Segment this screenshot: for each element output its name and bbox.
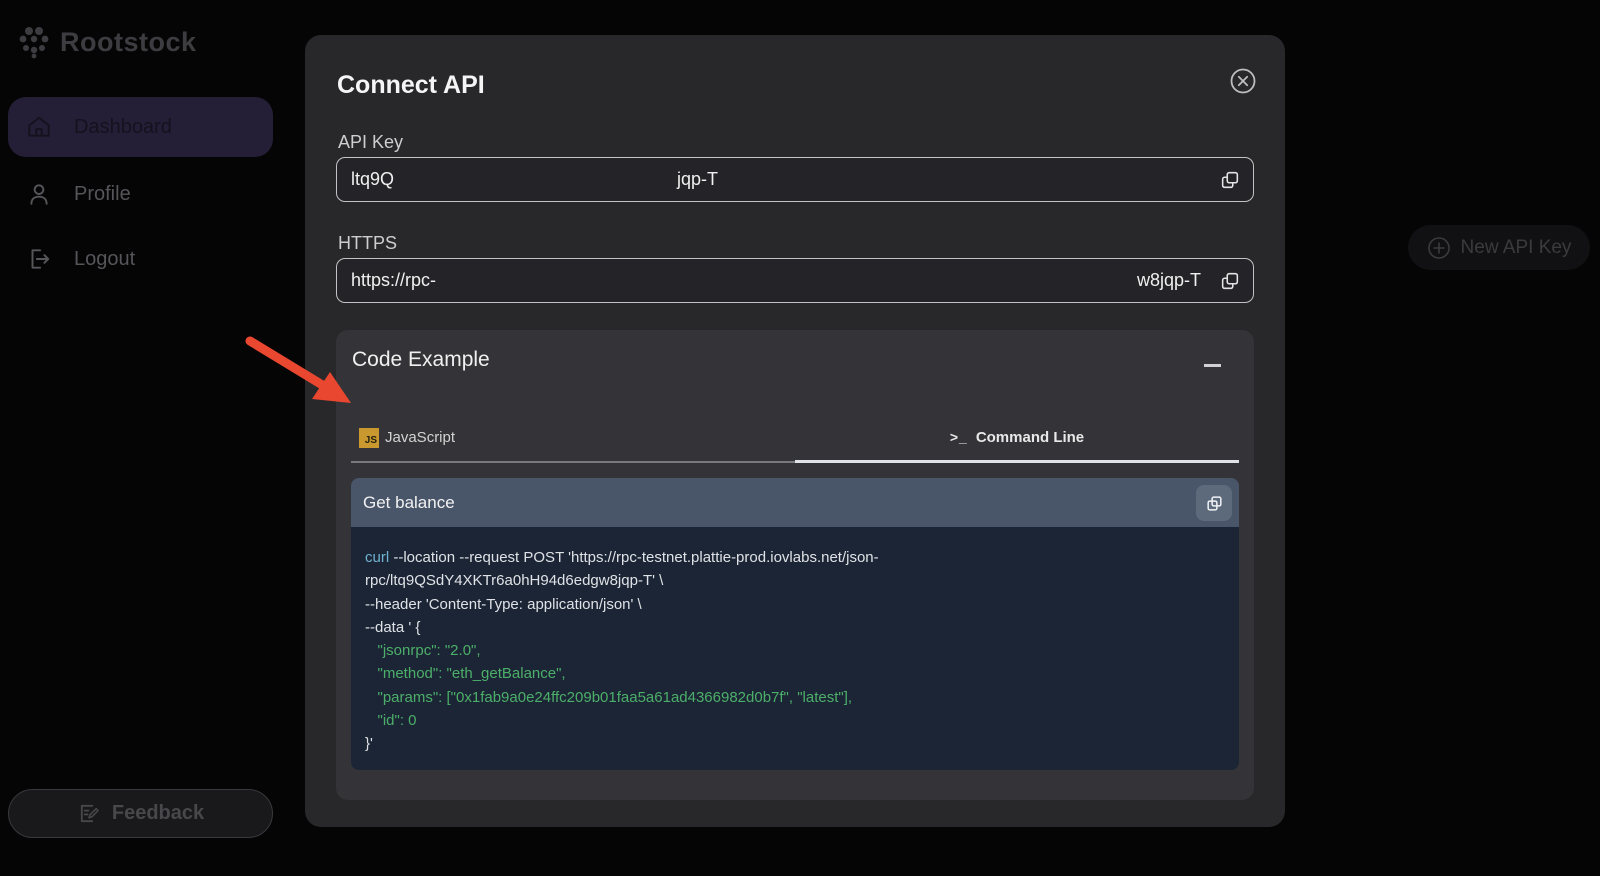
api-key-value-prefix: ltq9Q bbox=[351, 169, 394, 190]
feedback-button[interactable]: Feedback bbox=[8, 789, 273, 838]
tab-label: Command Line bbox=[976, 429, 1084, 446]
code-line: "id": 0 bbox=[365, 709, 1225, 732]
connect-api-modal: Connect API API Key ltq9Q jqp-T HTTPS ht… bbox=[305, 35, 1285, 827]
plus-circle-icon bbox=[1427, 236, 1451, 260]
api-key-value-suffix: jqp-T bbox=[677, 169, 718, 190]
tab-command-line[interactable]: >_ Command Line bbox=[795, 414, 1239, 463]
sidebar-item-dashboard[interactable]: Dashboard bbox=[8, 97, 273, 157]
code-snippet-header: Get balance bbox=[351, 478, 1239, 527]
sidebar-item-label: Logout bbox=[74, 248, 135, 271]
https-field[interactable]: https://rpc- w8jqp-T bbox=[336, 258, 1254, 303]
sidebar-item-label: Dashboard bbox=[74, 116, 172, 139]
code-example-card: Code Example JS JavaScript >_ Command Li… bbox=[336, 330, 1254, 800]
logo-text: Rootstock bbox=[60, 27, 197, 58]
copy-code-button[interactable] bbox=[1196, 485, 1232, 521]
api-key-label: API Key bbox=[338, 132, 403, 153]
code-line: "jsonrpc": "2.0", bbox=[365, 639, 1225, 662]
code-example-title: Code Example bbox=[352, 348, 490, 372]
feedback-label: Feedback bbox=[112, 802, 204, 825]
code-line: }' bbox=[365, 732, 1225, 755]
tab-label: JavaScript bbox=[385, 429, 455, 446]
code-line: curl --location --request POST 'https://… bbox=[365, 546, 1225, 569]
user-icon bbox=[26, 181, 52, 207]
code-line: "params": ["0x1fab9a0e24ffc209b01faa5a61… bbox=[365, 686, 1225, 709]
code-line: "method": "eth_getBalance", bbox=[365, 662, 1225, 685]
api-key-field[interactable]: ltq9Q jqp-T bbox=[336, 157, 1254, 202]
code-snippet-title: Get balance bbox=[363, 493, 455, 513]
js-icon: JS bbox=[359, 428, 379, 448]
code-language-tabs: JS JavaScript >_ Command Line bbox=[351, 414, 1239, 463]
collapse-icon[interactable] bbox=[1204, 354, 1226, 370]
tab-javascript[interactable]: JS JavaScript bbox=[351, 414, 795, 463]
new-api-key-label: New API Key bbox=[1461, 237, 1572, 259]
feedback-note-icon bbox=[77, 802, 100, 825]
code-line: --header 'Content-Type: application/json… bbox=[365, 593, 1225, 616]
code-line: rpc/ltq9QSdY4XKTr6a0hH94d6edgw8jqp-T' \ bbox=[365, 569, 1225, 592]
https-value-prefix: https://rpc- bbox=[351, 270, 436, 291]
sidebar-item-label: Profile bbox=[74, 183, 131, 206]
code-line: --data ' { bbox=[365, 616, 1225, 639]
https-label: HTTPS bbox=[338, 233, 397, 254]
rootstock-logo: Rootstock bbox=[16, 24, 197, 60]
https-value-suffix: w8jqp-T bbox=[1137, 270, 1201, 291]
rootstock-logo-icon bbox=[16, 24, 52, 60]
code-snippet-body: curl --location --request POST 'https://… bbox=[351, 527, 1239, 770]
home-icon bbox=[26, 114, 52, 140]
logout-icon bbox=[26, 246, 52, 272]
sidebar: Rootstock Dashboard Profile Logout bbox=[0, 0, 290, 876]
sidebar-item-logout[interactable]: Logout bbox=[8, 235, 273, 283]
modal-title: Connect API bbox=[337, 71, 485, 100]
terminal-icon: >_ bbox=[950, 429, 968, 445]
close-icon[interactable] bbox=[1229, 67, 1257, 95]
copy-icon[interactable] bbox=[1219, 270, 1241, 292]
copy-icon[interactable] bbox=[1219, 169, 1241, 191]
new-api-key-button[interactable]: New API Key bbox=[1408, 225, 1590, 270]
code-snippet: Get balance curl --location --request PO… bbox=[351, 478, 1239, 770]
sidebar-item-profile[interactable]: Profile bbox=[8, 170, 273, 218]
